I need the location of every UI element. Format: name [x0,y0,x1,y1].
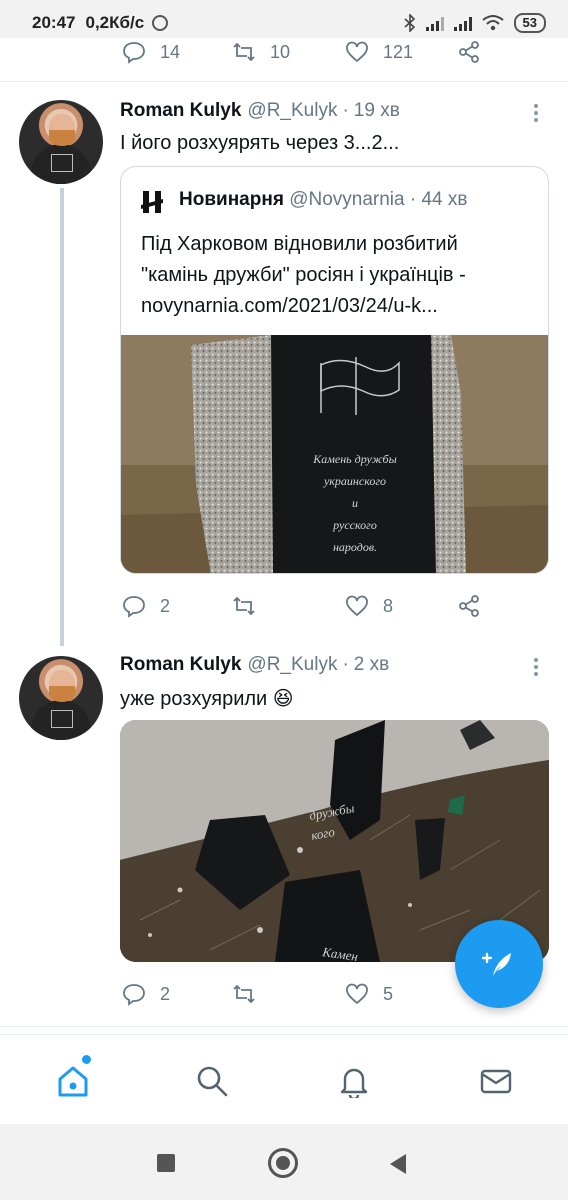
heart-icon [346,983,368,1005]
inscription-line-5: народов. [333,540,377,554]
search-icon [197,1066,228,1097]
share-icon [459,41,479,63]
system-navigation-bar [0,1124,568,1200]
home-icon [58,1066,88,1097]
bottom-navigation [0,1034,568,1124]
like-count: 8 [383,595,394,616]
tweet-text: уже розхуярили 😆 [120,688,294,710]
heart-icon [346,595,368,617]
more-options-icon[interactable] [534,658,540,676]
like-count: 121 [383,41,414,62]
like-button[interactable]: 121 [345,40,413,64]
retweet-icon [233,984,255,1004]
reply-button[interactable]: 2 [122,594,170,618]
like-count: 5 [383,983,394,1004]
reply-count: 14 [160,41,181,62]
retweet-icon [233,596,255,616]
reply-count: 2 [160,983,171,1004]
signal-icon-2 [453,15,472,31]
new-content-dot [82,1055,91,1064]
quote-link[interactable]: novynarnia.com/2021/03/24/u-k... [141,291,541,322]
novynarnia-logo-icon [141,191,163,213]
reply-icon [123,42,145,64]
separator-dot: · [342,654,349,675]
tweet-time: 19 хв [353,100,400,121]
divider [0,1026,568,1027]
nav-messages[interactable] [476,1061,516,1101]
reply-count: 2 [160,595,171,616]
quote-header: Новинарня @Novynarnia · 44 хв [179,189,468,211]
author-handle: @R_Kulyk [247,100,338,121]
share-icon [459,595,479,617]
nav-notifications[interactable] [334,1061,374,1101]
thread-line [60,188,64,646]
tweet-header: Roman Kulyk @R_Kulyk · 19 хв [120,100,400,122]
messages-icon [480,1069,512,1094]
retweet-button[interactable]: 10 [232,40,290,64]
alarm-icon [152,15,169,31]
tweet-text: І його розхуярять через 3...2... [120,132,400,154]
quote-author-name: Новинарня [179,189,284,210]
quoted-tweet[interactable]: Новинарня @Novynarnia · 44 хв Під Харков… [120,166,549,574]
avatar[interactable] [19,656,103,740]
tweet-header: Roman Kulyk @R_Kulyk · 2 хв [120,654,389,676]
previous-tweet-actions: 14 10 121 [0,38,568,82]
wifi-icon [481,15,504,31]
quote-author-handle: @Novynarnia [289,189,405,210]
more-options-icon[interactable] [534,104,540,122]
quote-text-line-1: Під Харковом відновили розбитий [141,233,458,255]
like-button[interactable]: 8 [345,594,393,618]
inscription-line-4: русского [332,518,377,532]
avatar[interactable] [19,100,103,184]
separator-dot: · [409,189,417,210]
inscription-line-2: украинского [323,474,386,488]
heart-icon [346,41,368,63]
reply-button[interactable]: 14 [122,40,180,64]
quote-image-stone[interactable]: Камень дружбы украинского и русского нар… [121,335,549,574]
quote-time: 44 хв [421,189,468,210]
compose-tweet-button[interactable] [455,920,543,1008]
retweet-button[interactable] [232,594,256,618]
nav-search[interactable] [192,1061,232,1101]
back-icon[interactable] [390,1154,406,1174]
inscription-line-3: и [352,496,358,510]
separator-dot: · [342,100,349,121]
reply-icon [123,596,145,618]
compose-feather-icon [481,952,511,976]
quote-text-line-2: "камінь дружби" росіян і українців - [141,264,466,286]
tweet-1[interactable]: Roman Kulyk @R_Kulyk · 19 хв І його розх… [0,82,568,646]
share-button[interactable] [457,40,481,64]
inscription-line-1: Камень дружбы [312,452,396,466]
reply-button[interactable]: 2 [122,982,170,1006]
signal-icon [425,15,444,31]
status-time: 20:47 [32,13,76,32]
status-net-speed: 0,2Кб/с [85,13,145,32]
retweet-count: 10 [270,41,291,62]
tweet-time: 2 хв [353,654,390,675]
reply-icon [123,984,145,1006]
bluetooth-icon [403,14,415,32]
notifications-icon [340,1068,368,1098]
like-button[interactable]: 5 [345,982,393,1006]
home-button-icon[interactable] [268,1148,298,1178]
author-handle: @R_Kulyk [247,654,338,675]
retweet-icon [233,42,255,62]
author-name[interactable]: Roman Kulyk [120,100,241,122]
battery-indicator: 53 [513,13,546,33]
nav-home[interactable] [53,1055,93,1101]
author-name[interactable]: Roman Kulyk [120,654,241,676]
share-button[interactable] [457,594,481,618]
retweet-button[interactable] [232,982,256,1006]
recent-apps-icon[interactable] [157,1154,175,1172]
quote-text: Під Харковом відновили розбитий "камінь … [141,229,541,322]
